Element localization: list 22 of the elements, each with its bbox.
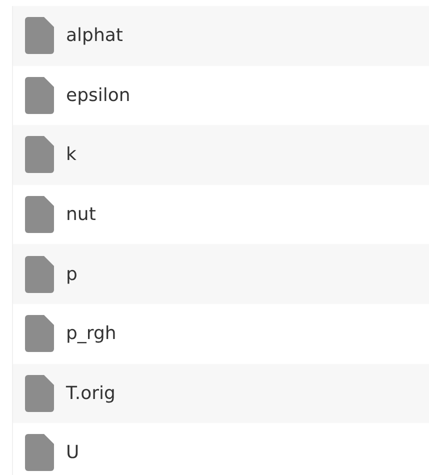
file-row[interactable]: alphat <box>12 6 429 66</box>
file-row[interactable]: p <box>12 244 429 304</box>
file-icon <box>25 256 54 293</box>
file-icon <box>25 196 54 234</box>
file-row[interactable]: k <box>12 125 429 185</box>
file-name: T.orig <box>66 382 116 404</box>
file-name: p_rgh <box>66 323 116 344</box>
file-name: nut <box>66 204 96 226</box>
file-name: U <box>66 442 80 464</box>
file-row[interactable]: epsilon <box>12 66 429 126</box>
file-row[interactable]: T.orig <box>12 364 429 424</box>
file-name: p <box>66 264 78 285</box>
file-icon <box>25 136 54 174</box>
file-icon <box>25 17 54 54</box>
file-icon <box>25 434 54 472</box>
file-icon <box>25 374 54 412</box>
file-icon <box>25 315 54 352</box>
file-row[interactable]: nut <box>12 184 429 244</box>
file-name: epsilon <box>66 84 130 106</box>
file-name: k <box>66 144 76 166</box>
file-icon <box>25 76 54 114</box>
file-name: alphat <box>66 25 123 46</box>
